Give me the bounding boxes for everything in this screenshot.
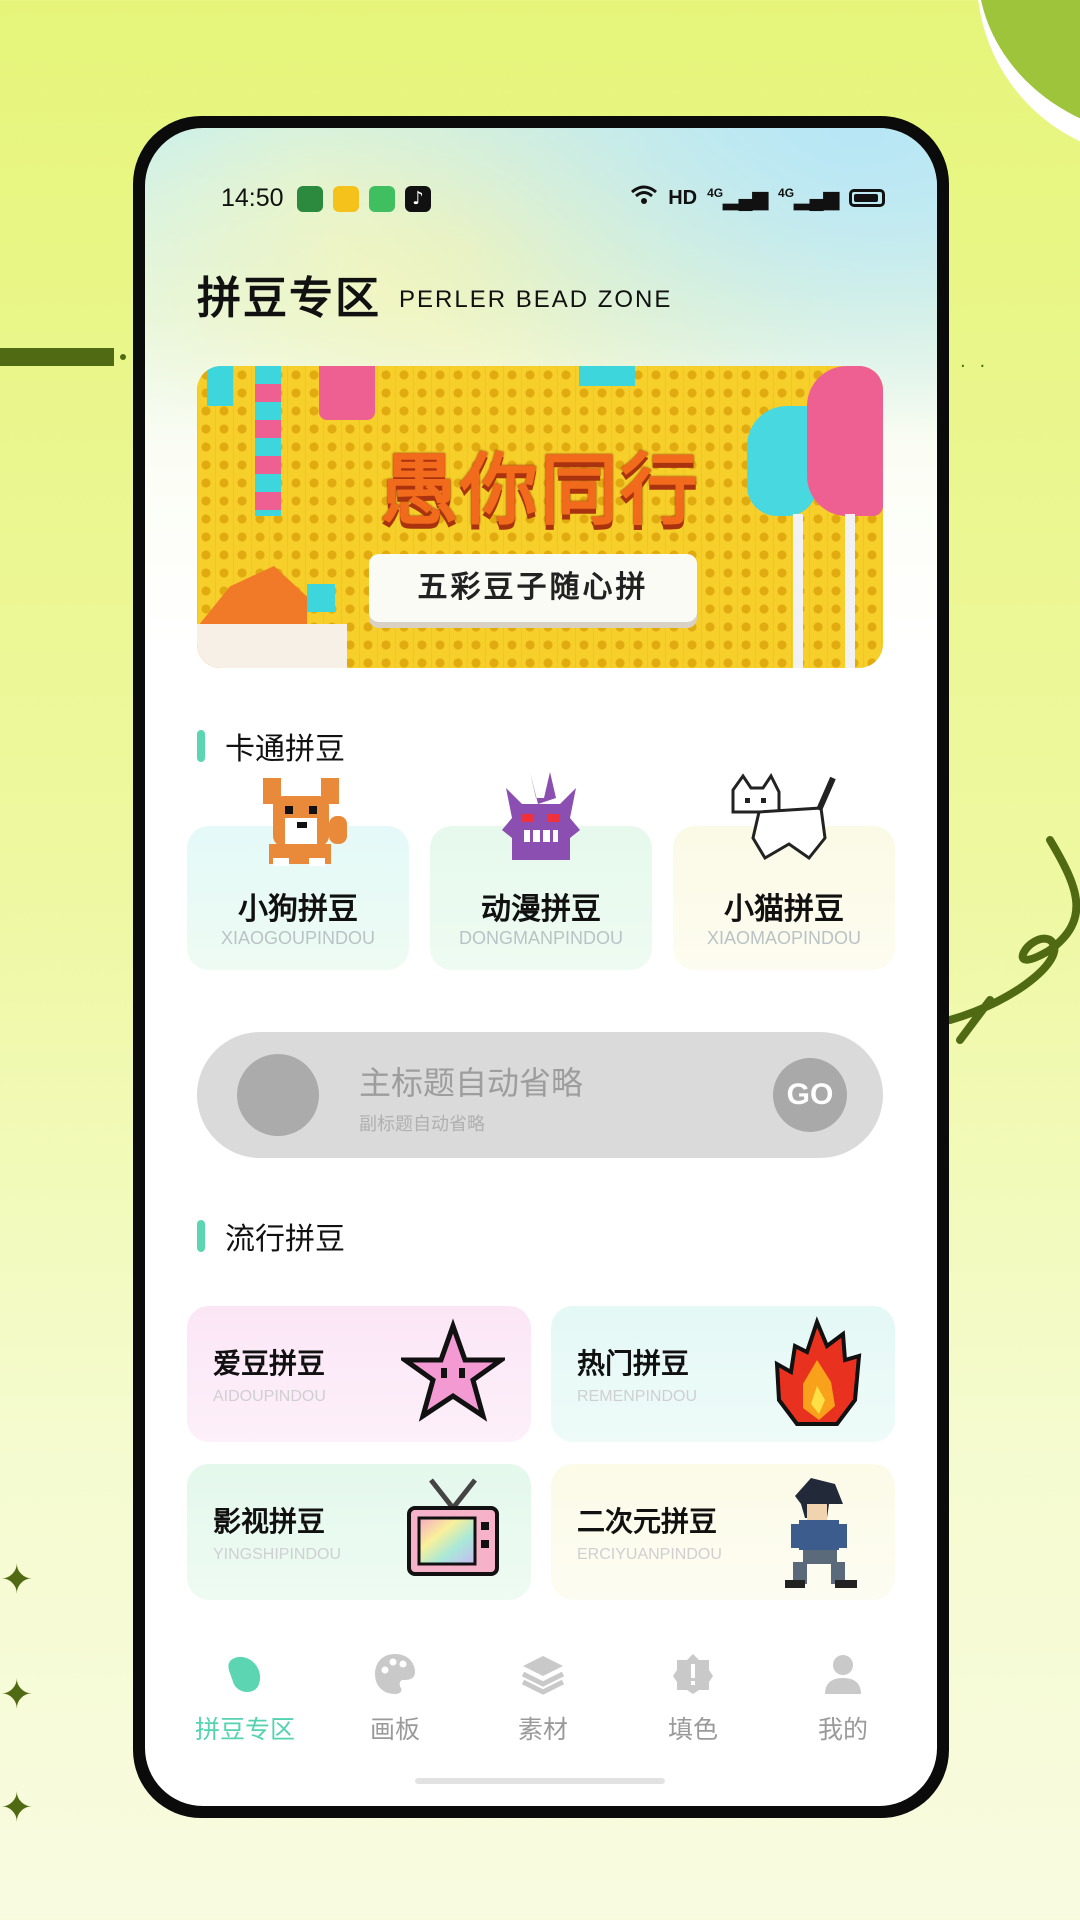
go-title: 主标题自动省略: [359, 1064, 584, 1102]
tab-profile[interactable]: 我的: [773, 1648, 913, 1758]
card-title: 影视拼豆: [213, 1505, 326, 1538]
go-button[interactable]: GO: [773, 1058, 847, 1132]
tab-drawing-board[interactable]: 画板: [325, 1648, 465, 1758]
decorative-dash: [0, 348, 114, 366]
decorative-star: ✦: [0, 1672, 34, 1718]
badge-icon: [673, 1654, 713, 1694]
signal-icon: 4G▂▄▆: [707, 185, 769, 210]
section-title-popular: 流行拼豆: [197, 1214, 345, 1258]
network-type: HD: [668, 186, 698, 209]
tab-materials[interactable]: 素材: [473, 1648, 613, 1758]
oppo-app-icon: [297, 186, 323, 212]
page-title: 拼豆专区: [197, 273, 381, 324]
cartoon-card-anime[interactable]: 动漫拼豆 DONGMANPINDOU: [430, 772, 652, 970]
status-indicators: HD 4G▂▄▆ 4G▂▄▆: [630, 184, 885, 212]
page-subtitle: PERLER BEAD ZONE: [399, 286, 673, 313]
tab-bead-zone[interactable]: 拼豆专区: [175, 1648, 315, 1758]
card-subtitle: REMENPINDOU: [577, 1388, 698, 1405]
ninja-icon: [785, 1478, 857, 1588]
banner-headline: 愚你同行: [379, 446, 700, 536]
popular-card-idol[interactable]: 爱豆拼豆 AIDOUPINDOU: [187, 1306, 531, 1442]
card-title: 小猫拼豆: [724, 892, 844, 927]
card-subtitle: YINGSHIPINDOU: [213, 1546, 342, 1563]
go-avatar: [237, 1054, 319, 1136]
dog-icon: [263, 778, 347, 866]
go-subtitle: 副标题自动省略: [359, 1114, 485, 1135]
tab-label: 我的: [817, 1715, 868, 1744]
decorative-leaf: [943, 0, 1080, 159]
cyan-brick: [207, 366, 233, 406]
phone-frame: 14:50 ♪ HD 4G▂▄▆ 4G▂▄▆ 拼豆专区 PERLER BEAD …: [133, 116, 949, 1818]
gengar-icon: [502, 772, 580, 860]
card-title: 爱豆拼豆: [213, 1347, 326, 1380]
star-icon: [401, 1318, 505, 1422]
section-accent-bar: [197, 1220, 205, 1252]
cartoon-card-cat[interactable]: 小猫拼豆 XIAOMAOPINDOU: [673, 773, 895, 970]
card-title: 动漫拼豆: [481, 892, 601, 927]
decorative-star: ✦: [0, 1785, 34, 1831]
promo-banner[interactable]: 愚你同行 五彩豆子随心拼: [197, 366, 883, 668]
status-bar: 14:50 ♪ HD 4G▂▄▆ 4G▂▄▆: [185, 182, 885, 214]
popular-card-anime2d[interactable]: 二次元拼豆 ERCIYUANPINDOU: [551, 1464, 895, 1600]
message-app-icon: [369, 186, 395, 212]
banner-tagline: 五彩豆子随心拼: [369, 554, 697, 622]
pink-brick: [319, 366, 375, 420]
wifi-icon: [630, 184, 658, 212]
section-title-cartoon: 卡通拼豆: [197, 724, 345, 768]
card-title: 二次元拼豆: [577, 1505, 718, 1538]
bottom-tab-bar: 拼豆专区 画板 素材 填色 我的: [145, 1648, 937, 1758]
cat-icon: [731, 773, 836, 861]
home-indicator[interactable]: [415, 1778, 665, 1784]
white-base: [197, 624, 347, 668]
tab-label: 填色: [667, 1715, 718, 1744]
shield-app-icon: [333, 186, 359, 212]
decorative-dots: · ·: [960, 356, 990, 377]
card-subtitle: AIDOUPINDOU: [213, 1388, 326, 1405]
card-subtitle: DONGMANPINDOU: [458, 928, 623, 948]
status-time: 14:50: [221, 184, 284, 212]
decorative-dot: [120, 354, 126, 360]
card-subtitle: ERCIYUANPINDOU: [577, 1546, 722, 1563]
bean-icon: [228, 1656, 261, 1693]
tab-label: 拼豆专区: [194, 1715, 295, 1744]
card-title: 热门拼豆: [577, 1347, 690, 1380]
fire-icon: [774, 1316, 862, 1426]
card-subtitle: XIAOGOUPINDOU: [220, 928, 376, 948]
battery-icon: [849, 189, 885, 207]
tiktok-app-icon: ♪: [405, 186, 431, 212]
popular-card-hot[interactable]: 热门拼豆 REMENPINDOU: [551, 1306, 895, 1442]
cyan-brick: [579, 366, 635, 386]
person-icon: [825, 1655, 861, 1694]
tab-label: 画板: [369, 1715, 420, 1744]
section-accent-bar: [197, 730, 205, 762]
popular-card-film[interactable]: 影视拼豆 YINGSHIPINDOU: [187, 1464, 531, 1600]
palette-icon: [375, 1654, 415, 1694]
app-screen: 14:50 ♪ HD 4G▂▄▆ 4G▂▄▆ 拼豆专区 PERLER BEAD …: [145, 128, 937, 1806]
card-title: 小狗拼豆: [238, 892, 358, 927]
card-subtitle: XIAOMAOPINDOU: [706, 928, 862, 948]
tab-coloring[interactable]: 填色: [623, 1648, 763, 1758]
tab-label: 素材: [517, 1715, 568, 1744]
signal-icon-2: 4G▂▄▆: [778, 185, 839, 210]
cyan-brick: [307, 584, 335, 612]
promo-go-bar[interactable]: 主标题自动省略 副标题自动省略 GO: [197, 1032, 883, 1158]
tv-icon: [407, 1478, 499, 1576]
decorative-vine: [946, 836, 1080, 1044]
layers-icon: [521, 1656, 565, 1695]
cartoon-card-dog[interactable]: 小狗拼豆 XIAOGOUPINDOU: [187, 778, 409, 970]
decorative-star: ✦: [0, 1557, 34, 1603]
